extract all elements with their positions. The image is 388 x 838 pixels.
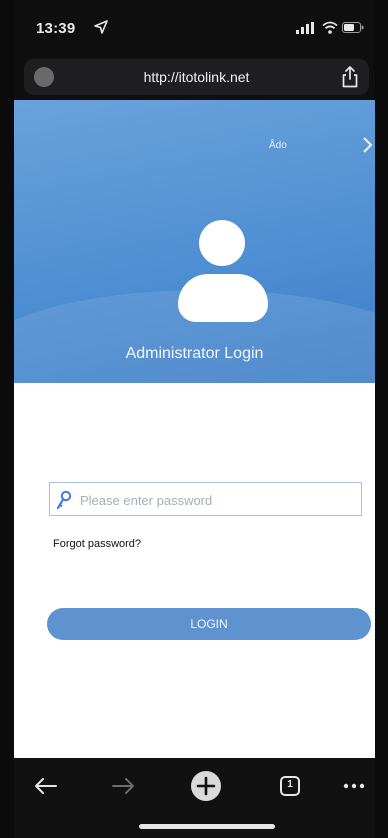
battery-icon [342, 22, 364, 33]
location-arrow-icon [94, 20, 108, 34]
signal-icon [296, 22, 314, 34]
avatar-head [199, 220, 245, 266]
wifi-icon [322, 21, 338, 34]
login-button[interactable]: LOGIN [47, 608, 371, 640]
browser-toolbar: 1 [14, 758, 375, 838]
browser-url-row: http://itotolink.net [14, 54, 374, 100]
password-input[interactable] [80, 489, 350, 511]
tabs-icon[interactable]: 1 [276, 772, 304, 800]
url-text[interactable]: http://itotolink.net [24, 69, 369, 85]
home-indicator [139, 824, 275, 829]
forward-arrow-icon[interactable] [109, 772, 137, 800]
avatar-body [178, 274, 268, 322]
address-bar[interactable]: http://itotolink.net [24, 59, 369, 95]
back-arrow-icon[interactable] [32, 772, 60, 800]
web-page: Ådo Administrator Login Forgot password?… [14, 100, 375, 758]
key-icon [56, 490, 72, 510]
share-icon[interactable] [341, 66, 359, 88]
new-tab-plus-icon[interactable] [190, 770, 222, 802]
language-link[interactable]: Ådo [269, 140, 287, 151]
tab-count: 1 [287, 779, 293, 790]
login-header: Ådo Administrator Login [14, 100, 375, 383]
password-field[interactable] [49, 482, 362, 516]
page-title: Administrator Login [125, 345, 264, 362]
status-time: 13:39 [36, 20, 76, 37]
chevron-right-icon[interactable] [361, 136, 373, 154]
more-icon[interactable] [340, 772, 368, 800]
forgot-password-link[interactable]: Forgot password? [53, 538, 141, 550]
status-bar: 13:39 [14, 0, 374, 54]
